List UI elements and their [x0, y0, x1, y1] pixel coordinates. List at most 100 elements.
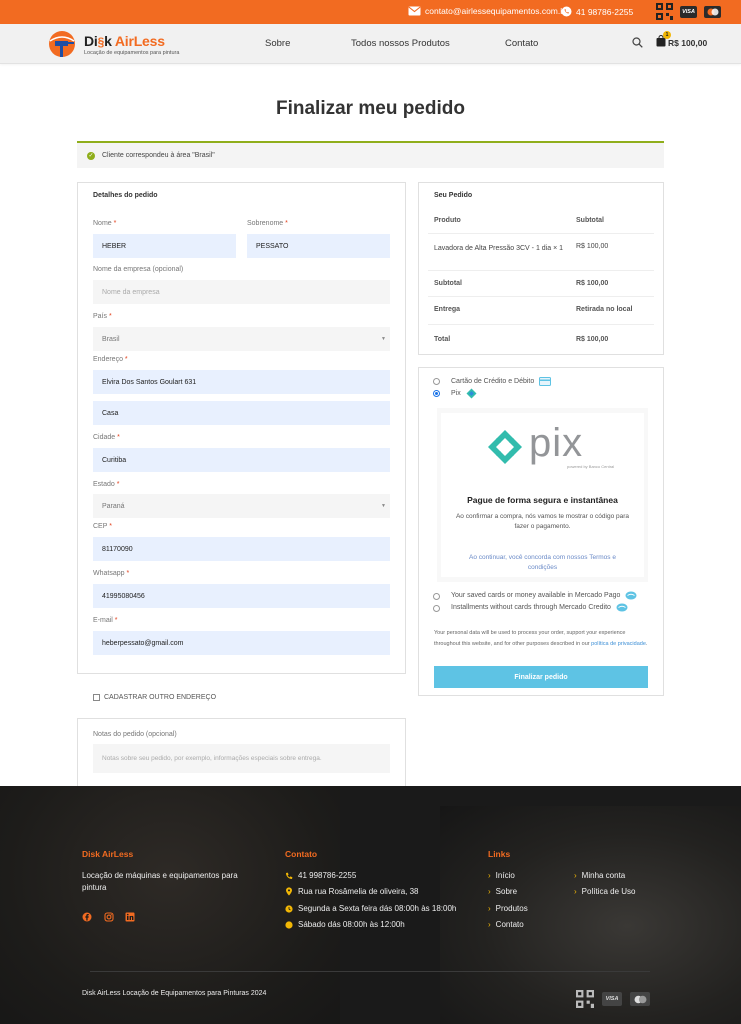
address2-input[interactable]: Casa [93, 401, 390, 425]
footer-col1-title: Disk AirLess [82, 849, 134, 859]
payment-card-label: Cartão de Crédito e Débito [451, 378, 535, 385]
last-name-input[interactable]: PESSATO [247, 234, 390, 258]
site-header: Di§k AirLess Locação de equipamentos par… [0, 24, 741, 64]
footer-contact-hours-week: Segunda a Sexta feira dás 08:00h às 18:0… [285, 904, 456, 913]
divider [428, 270, 654, 271]
mastercard-icon [630, 992, 650, 1006]
search-icon[interactable] [632, 37, 643, 48]
payment-pix-label: Pix [451, 390, 461, 397]
mastercard-icon [704, 5, 721, 18]
country-label: País * [93, 313, 112, 320]
payment-pix-radio[interactable] [433, 390, 440, 397]
cart-button[interactable]: 1 [656, 31, 671, 49]
privacy-link[interactable]: política de privacidade [591, 641, 646, 647]
topbar-email-text: contato@airlessequipamentos.com.br [425, 6, 568, 16]
place-order-button[interactable]: Finalizar pedido [434, 666, 648, 688]
order-notes-textarea[interactable]: Notas sobre seu pedido, por exemplo, inf… [93, 744, 390, 773]
instagram-icon[interactable] [104, 912, 114, 922]
state-label: Estado * [93, 481, 120, 488]
phone-icon [286, 872, 293, 879]
other-address-label[interactable]: CADASTRAR OUTRO ENDEREÇO [104, 694, 216, 701]
order-col-product: Produto [434, 217, 461, 224]
payment-saved-radio[interactable] [433, 593, 440, 600]
pix-logo-text: pix [529, 421, 584, 465]
footer-link-sobre[interactable]: › Sobre [488, 887, 517, 896]
email-input[interactable]: heberpessato@gmail.com [93, 631, 390, 655]
city-input[interactable]: Curitiba [93, 448, 390, 472]
payment-installments-option[interactable]: Installments without cards through Merca… [451, 603, 628, 612]
topbar-phone[interactable]: 41 98786-2255 [561, 6, 633, 17]
footer-col1-text: Locação de máquinas e equipamentos para … [82, 871, 238, 892]
payment-saved-option[interactable]: Your saved cards or money available in M… [451, 591, 637, 600]
pix-panel: pix powered by Banco Central Pague de fo… [437, 408, 648, 582]
footer-link-contato[interactable]: › Contato [488, 920, 524, 929]
address-label: Endereço * [93, 356, 128, 363]
logo-text: Di§k AirLess [84, 33, 165, 49]
footer-contact-hours-sat: Sábado dás 08:00h às 12:00h [285, 920, 405, 929]
chevron-right-icon: › [488, 904, 491, 913]
logo-tagline: Locação de equipamentos para pintura [84, 50, 180, 56]
state-select[interactable]: Paraná ▼ [93, 494, 390, 518]
footer-link-minha-conta[interactable]: › Minha conta [574, 871, 625, 880]
cart-total[interactable]: R$ 100,00 [668, 38, 707, 48]
order-col-subtotal: Subtotal [576, 217, 604, 224]
chevron-down-icon: ▼ [381, 503, 386, 509]
footer-divider [90, 971, 650, 972]
chevron-right-icon: › [488, 920, 491, 929]
footer-contact-address: Rua rua Rosâmelia de oliveira, 38 [285, 887, 419, 896]
order-heading: Seu Pedido [434, 192, 473, 199]
pix-terms: Ao continuar, você concorda com nossos T… [469, 554, 616, 571]
zip-input[interactable]: 81170090 [93, 537, 390, 561]
mercado-pago-icon [625, 591, 637, 600]
country-select[interactable]: Brasil ▼ [93, 327, 390, 351]
facebook-icon[interactable] [82, 912, 92, 922]
topbar-email[interactable]: contato@airlessequipamentos.com.br [408, 6, 568, 16]
last-name-label: Sobrenome * [247, 220, 288, 227]
other-address-checkbox[interactable] [93, 694, 100, 701]
payment-card-option[interactable]: Cartão de Crédito e Débito [451, 377, 552, 386]
footer-link-inicio[interactable]: › Início [488, 871, 515, 880]
footer-copyright: Disk AirLess Locação de Equipamentos par… [82, 990, 267, 997]
visa-icon: VISA [602, 992, 622, 1006]
order-item-qty: × 1 [553, 245, 564, 252]
clock-icon [285, 904, 293, 913]
billing-heading: Detalhes do pedido [93, 192, 158, 199]
email-label: E-mail * [93, 617, 118, 624]
footer-link-produtos[interactable]: › Produtos [488, 904, 528, 913]
nav-produtos[interactable]: Todos nossos Produtos [351, 38, 450, 49]
city-label: Cidade * [93, 434, 120, 441]
payment-card-radio[interactable] [433, 378, 440, 385]
site-logo[interactable]: Di§k AirLess Locação de equipamentos par… [46, 29, 196, 61]
check-circle-icon: ✓ [87, 151, 95, 160]
notice-text: Cliente correspondeu à área "Brasil" [102, 152, 215, 159]
first-name-input[interactable]: HEBER [93, 234, 236, 258]
first-name-label: Nome * [93, 220, 117, 227]
pix-icon [466, 388, 477, 399]
nav-contato[interactable]: Contato [505, 38, 538, 49]
company-input[interactable]: Nome da empresa [93, 280, 390, 304]
payment-installments-radio[interactable] [433, 605, 440, 612]
country-value: Brasil [102, 335, 120, 343]
mail-icon [408, 6, 421, 16]
whatsapp-input[interactable]: 41995080456 [93, 584, 390, 608]
pix-heading: Pague de forma segura e instantânea [467, 495, 618, 505]
order-subtotal-label: Subtotal [434, 280, 462, 287]
order-shipping-label: Entrega [434, 306, 461, 313]
chevron-right-icon: › [574, 887, 577, 896]
company-label: Nome da empresa (opcional) [93, 266, 184, 273]
chevron-right-icon: › [574, 871, 577, 880]
pix-logo-icon [488, 430, 522, 464]
whatsapp-label: Whatsapp * [93, 570, 130, 577]
footer-contact-phone[interactable]: 41 998786-2255 [285, 871, 356, 880]
address-input[interactable]: Elvira Dos Santos Goulart 631 [93, 370, 390, 394]
payment-pix-option[interactable]: Pix [451, 388, 477, 399]
order-item-price: R$ 100,00 [576, 243, 609, 250]
nav-sobre[interactable]: Sobre [265, 38, 290, 49]
zip-label: CEP * [93, 523, 112, 530]
info-notice: ✓ Cliente correspondeu à área "Brasil" [77, 141, 664, 168]
whatsapp-icon [561, 6, 572, 17]
linkedin-icon[interactable] [125, 912, 135, 922]
footer-link-politica[interactable]: › Política de Uso [574, 887, 635, 896]
order-total-value: R$ 100,00 [576, 336, 609, 343]
footer-col2-title: Contato [285, 849, 318, 859]
